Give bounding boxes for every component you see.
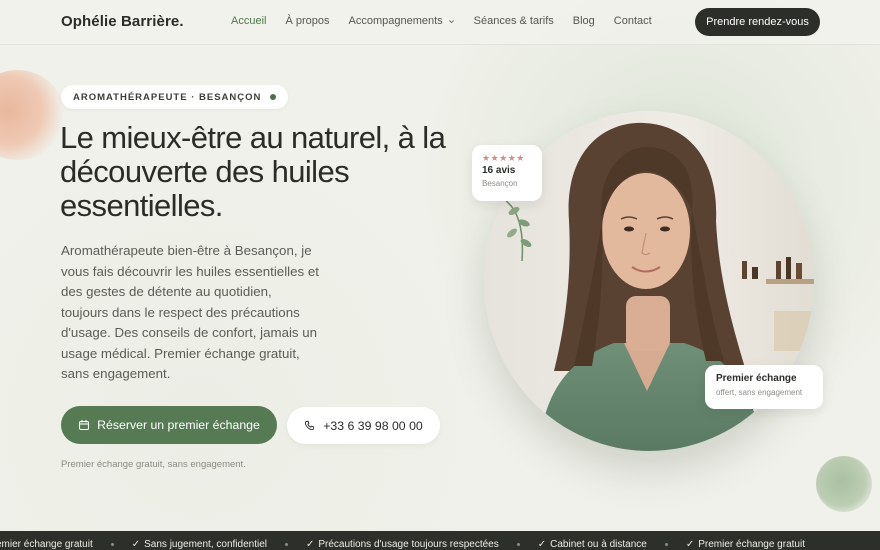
calendar-icon — [79, 420, 90, 431]
reviews-card: ★★★★★ 16 avis Besançon — [472, 145, 542, 201]
ticker-item: Premier échange gratuit — [0, 539, 114, 550]
first-exchange-subtitle: offert, sans engagement — [716, 388, 803, 397]
hero-title: Le mieux-être au naturel, à la découvert… — [60, 120, 446, 223]
nav-blog[interactable]: Blog — [573, 15, 595, 27]
check-icon: ✓ — [537, 539, 547, 550]
nav-contact[interactable]: Contact — [614, 15, 652, 27]
check-icon: ✓ — [131, 539, 141, 550]
ticker-item-text: Cabinet ou à distance — [550, 539, 647, 550]
reassurance-ticker: Premier échange gratuit ✓ Sans jugement,… — [0, 531, 880, 550]
check-icon: ✓ — [305, 539, 315, 550]
book-appointment-button[interactable]: Prendre rendez-vous — [695, 8, 820, 36]
decorative-green-blob — [816, 456, 872, 512]
phone-icon — [305, 420, 315, 431]
ticker-separator — [110, 543, 114, 546]
eyebrow-text: AROMATHÉRAPEUTE · BESANÇON — [73, 91, 262, 103]
ticker-separator — [284, 543, 288, 546]
nav-seances-tarifs[interactable]: Séances & tarifs — [474, 15, 554, 27]
site-header: Ophélie Barrière. Accueil À propos Accom… — [0, 0, 880, 45]
hero-note: Premier échange gratuit, sans engagement… — [61, 459, 246, 470]
ticker-track: Premier échange gratuit ✓ Sans jugement,… — [0, 539, 823, 550]
nav-accueil[interactable]: Accueil — [231, 15, 266, 27]
eyebrow-badge: AROMATHÉRAPEUTE · BESANÇON — [61, 85, 289, 109]
ticker-item: ✓ Précautions d'usage toujours respectée… — [306, 539, 520, 550]
first-exchange-card: Premier échange offert, sans engagement — [705, 365, 823, 409]
brand-logo[interactable]: Ophélie Barrière. — [61, 13, 184, 30]
review-city: Besançon — [482, 179, 518, 188]
ticker-item-text: Précautions d'usage toujours respectées — [318, 539, 499, 550]
reserve-first-exchange-button[interactable]: Réserver un premier échange — [61, 406, 277, 444]
ticker-item: ✓ Premier échange gratuit — [686, 539, 805, 550]
star-rating: ★★★★★ — [482, 153, 525, 163]
nav-accompagnements[interactable]: Accompagnements — [349, 15, 455, 27]
main-nav: Accueil À propos Accompagnements Séances… — [231, 15, 671, 27]
ticker-item-text: Premier échange gratuit — [698, 539, 805, 550]
nav-accompagnements-label: Accompagnements — [348, 15, 443, 27]
check-icon: ✓ — [685, 539, 695, 550]
ticker-separator — [664, 543, 668, 546]
review-count: 16 avis — [482, 165, 516, 176]
nav-a-propos[interactable]: À propos — [285, 15, 329, 27]
chevron-down-icon — [448, 19, 454, 23]
hero-lead: Aromathérapeute bien-être à Besançon, je… — [61, 243, 319, 381]
ticker-item: ✓ Sans jugement, confidentiel — [132, 539, 288, 550]
first-exchange-title: Premier échange — [716, 373, 797, 384]
phone-number: +33 6 39 98 00 00 — [323, 418, 423, 433]
reserve-button-label: Réserver un premier échange — [97, 418, 260, 432]
ticker-item: ✓ Cabinet ou à distance — [538, 539, 668, 550]
ticker-item-text: Premier échange gratuit — [0, 539, 93, 550]
ticker-item-text: Sans jugement, confidentiel — [144, 539, 267, 550]
ticker-separator — [516, 543, 520, 546]
status-dot — [270, 94, 277, 100]
phone-button[interactable]: +33 6 39 98 00 00 — [287, 407, 440, 444]
